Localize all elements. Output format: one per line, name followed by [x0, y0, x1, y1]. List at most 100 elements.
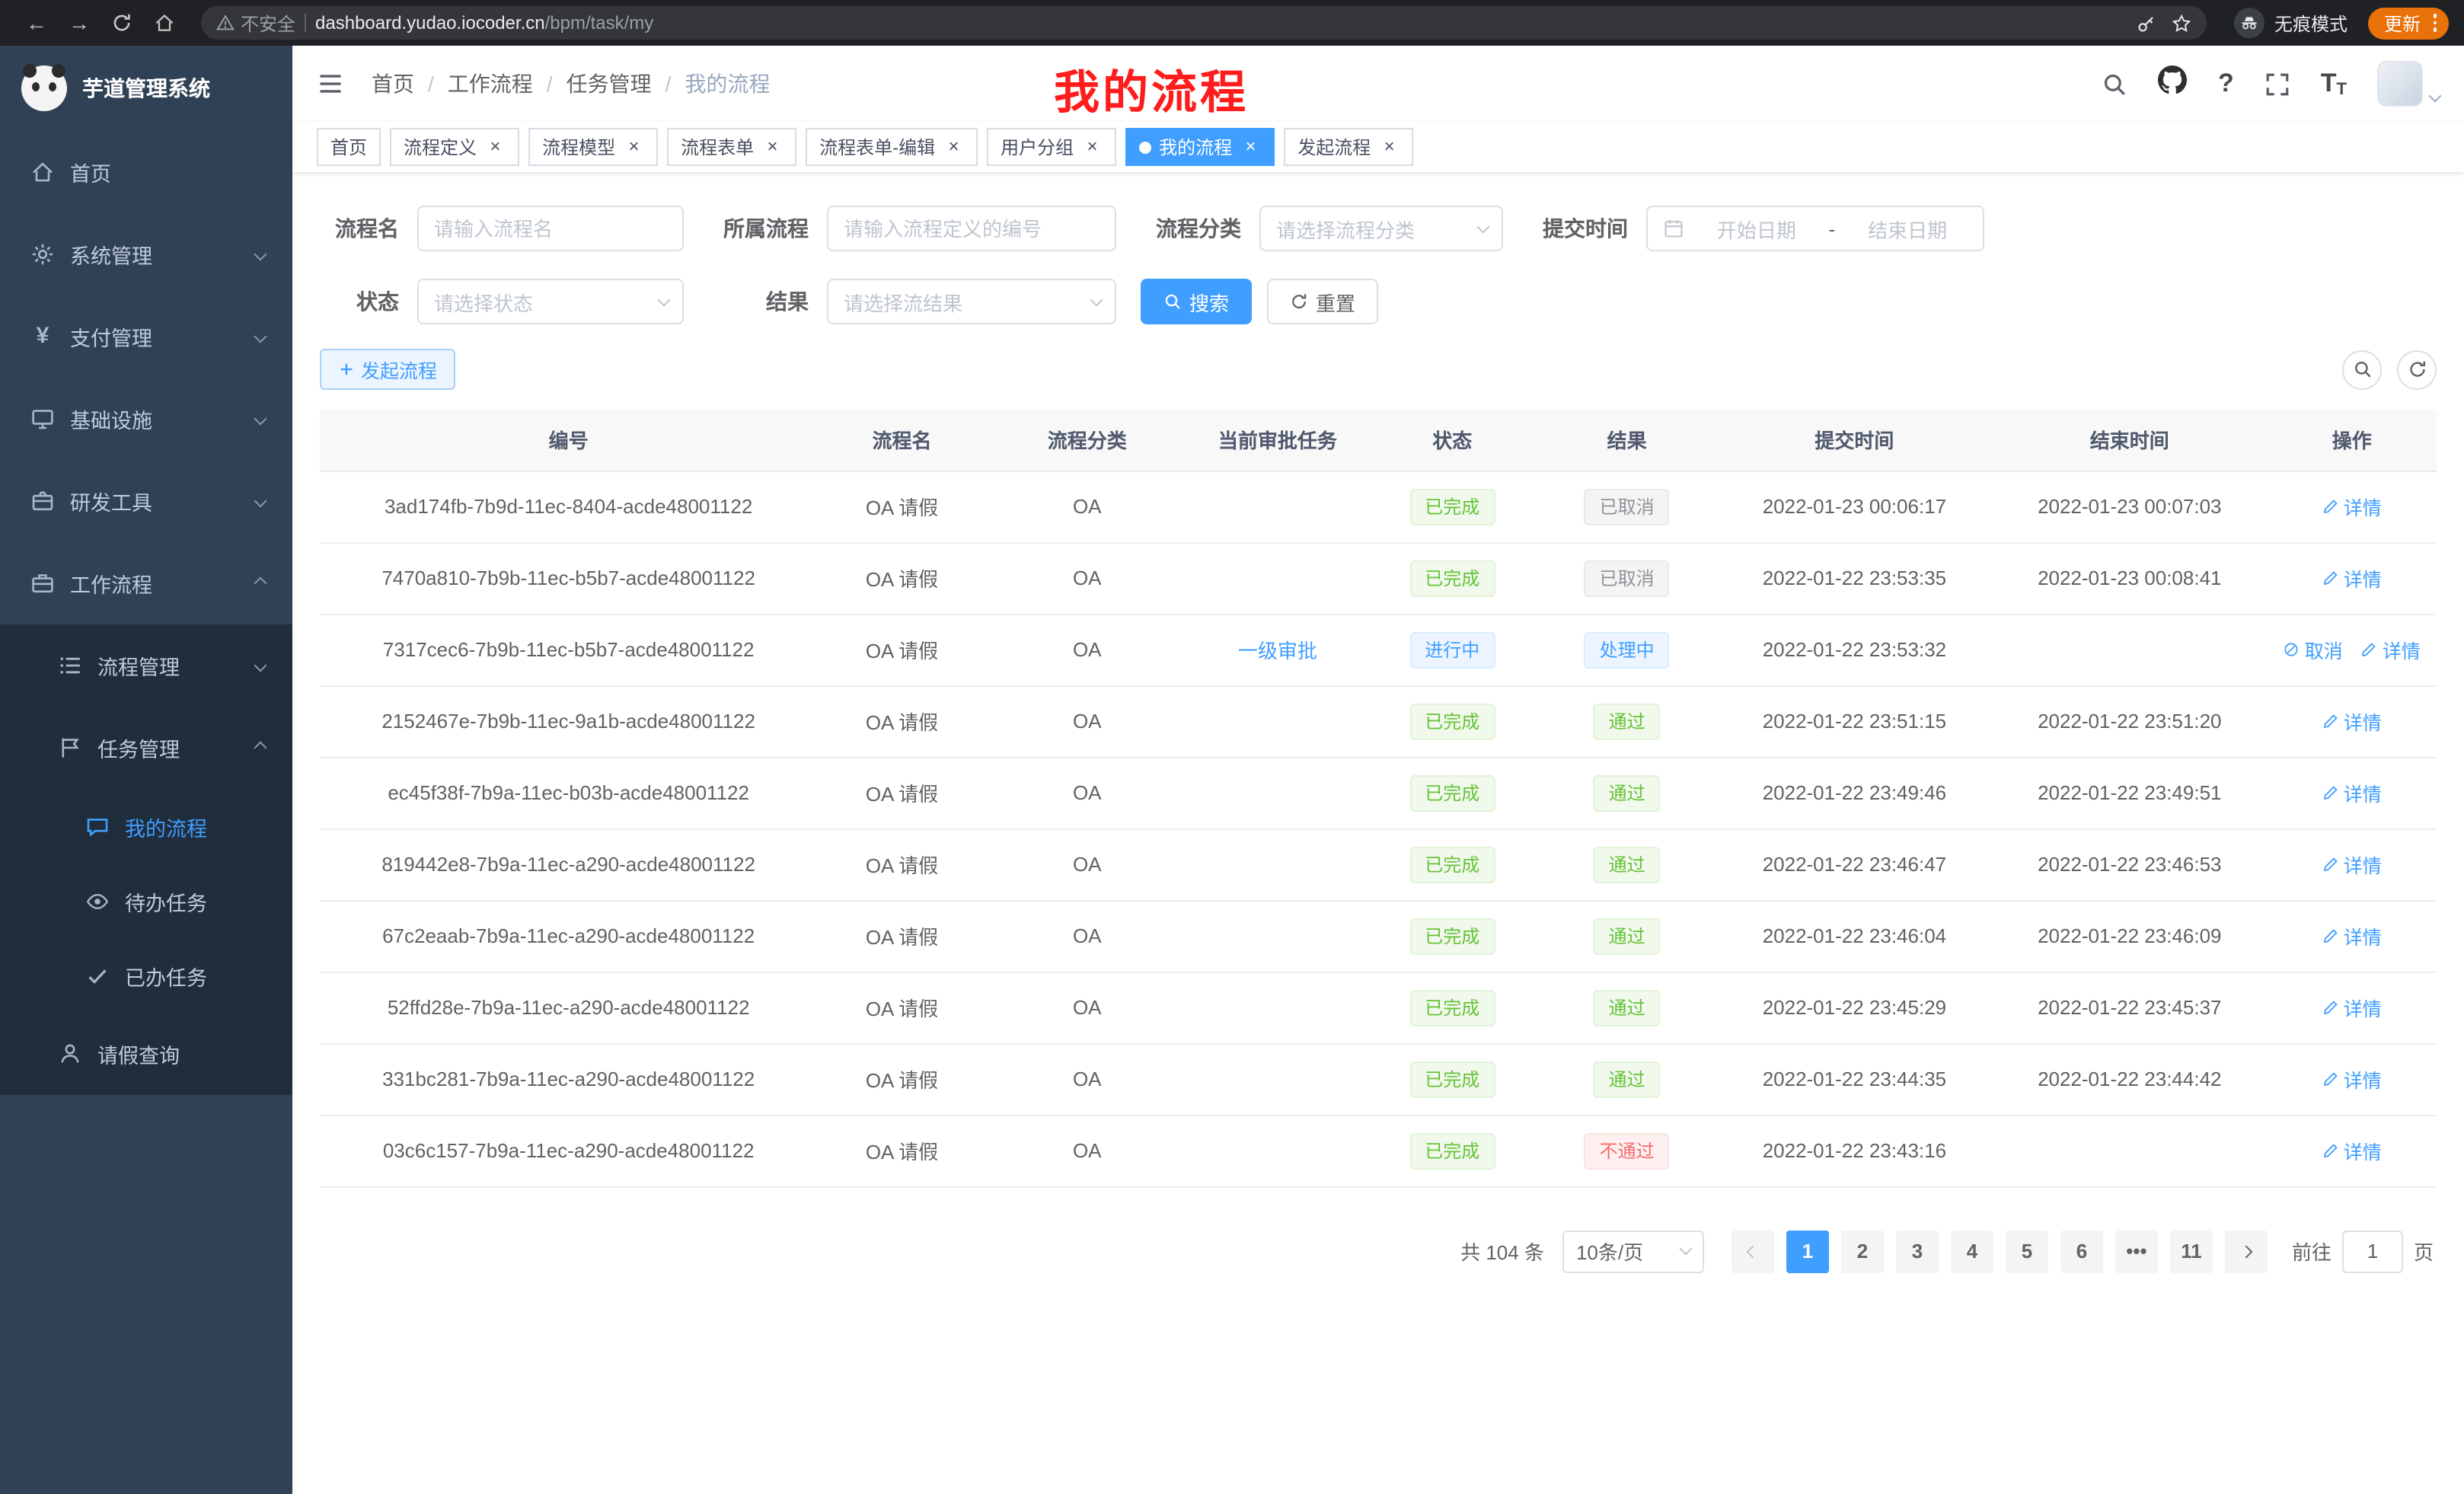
- bookmark-star-icon[interactable]: [2172, 13, 2192, 33]
- detail-action-link[interactable]: 详情: [2322, 778, 2382, 807]
- col-current-task: 当前审批任务: [1188, 410, 1368, 471]
- toggle-search-button[interactable]: [2342, 350, 2382, 389]
- current-task-link[interactable]: 一级审批: [1238, 640, 1317, 662]
- cell-end-time: 2022-01-22 23:46:09: [1992, 900, 2267, 972]
- cell-submit-time: 2022-01-22 23:45:29: [1717, 972, 1992, 1043]
- browser-menu-icon[interactable]: [2430, 14, 2440, 32]
- process-name-input[interactable]: [417, 206, 684, 251]
- sidebar-item-done-tasks[interactable]: 已办任务: [0, 938, 292, 1013]
- help-icon[interactable]: ?: [2218, 69, 2234, 99]
- fullscreen-icon[interactable]: [2265, 71, 2290, 97]
- start-date-placeholder[interactable]: 开始日期: [1696, 214, 1817, 243]
- sidebar-item-home[interactable]: 首页: [0, 131, 292, 213]
- avatar[interactable]: [2377, 61, 2423, 107]
- pager-page-3[interactable]: 3: [1896, 1230, 1939, 1272]
- refresh-table-button[interactable]: [2397, 350, 2437, 389]
- detail-action-link[interactable]: 详情: [2322, 1136, 2382, 1165]
- submit-time-range-picker[interactable]: 开始日期 - 结束日期: [1646, 206, 1984, 251]
- cell-submit-time: 2022-01-23 00:06:17: [1717, 471, 1992, 542]
- app-logo[interactable]: 芋道管理系统: [0, 46, 292, 131]
- sidebar-item-workflow[interactable]: 工作流程: [0, 542, 292, 624]
- detail-action-link[interactable]: 详情: [2322, 921, 2382, 950]
- pager-page-2[interactable]: 2: [1841, 1230, 1884, 1272]
- breadcrumb-item[interactable]: 工作流程: [448, 69, 533, 99]
- sidebar-item-my-process[interactable]: 我的流程: [0, 789, 292, 864]
- pager-page-1[interactable]: 1: [1786, 1230, 1829, 1272]
- pager-page-5[interactable]: 5: [2006, 1230, 2048, 1272]
- tab-active[interactable]: 我的流程×: [1125, 128, 1275, 166]
- address-bar[interactable]: 不安全 dashboard.yudao.iocoder.cn/bpm/task/…: [201, 6, 2207, 40]
- filter-definition-label: 所属流程: [708, 213, 827, 244]
- browser-refresh-icon[interactable]: [105, 6, 139, 40]
- tab-item[interactable]: 流程表单×: [667, 128, 796, 166]
- key-icon[interactable]: [2137, 13, 2157, 33]
- person-icon: [58, 1042, 82, 1066]
- tab-close-icon[interactable]: ×: [1378, 136, 1400, 158]
- cell-end-time: 2022-01-23 00:07:03: [1992, 471, 2267, 542]
- browser-back-icon[interactable]: ←: [20, 6, 53, 40]
- status-select[interactable]: 请选择状态: [417, 279, 684, 324]
- page-size-select[interactable]: 10条/页: [1562, 1230, 1704, 1272]
- reset-button[interactable]: 重置: [1267, 279, 1378, 324]
- browser-forward-icon[interactable]: →: [62, 6, 96, 40]
- github-icon[interactable]: [2159, 65, 2188, 102]
- sidebar-item-todo-tasks[interactable]: 待办任务: [0, 864, 292, 938]
- sidebar-item-devtools[interactable]: 研发工具: [0, 460, 292, 542]
- goto-page-input[interactable]: [2342, 1230, 2403, 1272]
- status-badge: 已完成: [1409, 488, 1495, 525]
- tab-close-icon[interactable]: ×: [623, 136, 644, 158]
- cell-id: 52ffd28e-7b9a-11ec-a290-acde48001122: [320, 972, 817, 1043]
- detail-action-link[interactable]: 详情: [2322, 1065, 2382, 1093]
- detail-action-link[interactable]: 详情: [2322, 492, 2382, 521]
- result-select[interactable]: 请选择流结果: [827, 279, 1116, 324]
- category-select[interactable]: 请选择流程分类: [1259, 206, 1503, 251]
- font-size-icon[interactable]: TT: [2321, 69, 2347, 99]
- sidebar-item-infrastructure[interactable]: 基础设施: [0, 378, 292, 460]
- table-row: 7317cec6-7b9b-11ec-b5b7-acde48001122OA 请…: [320, 614, 2437, 685]
- detail-action-link[interactable]: 详情: [2322, 850, 2382, 879]
- tab-item[interactable]: 首页: [317, 128, 381, 166]
- pager-page-4[interactable]: 4: [1951, 1230, 1993, 1272]
- tab-item[interactable]: 流程表单-编辑×: [806, 128, 978, 166]
- cell-id: 819442e8-7b9a-11ec-a290-acde48001122: [320, 828, 817, 900]
- sidebar: 芋道管理系统 首页 系统管理 ¥ 支付管理: [0, 46, 292, 1494]
- browser-home-icon[interactable]: [148, 6, 181, 40]
- pager-page-6[interactable]: 6: [2060, 1230, 2103, 1272]
- tab-close-icon[interactable]: ×: [1081, 136, 1103, 158]
- detail-action-link[interactable]: 详情: [2322, 563, 2382, 592]
- tab-item[interactable]: 流程模型×: [528, 128, 658, 166]
- security-warning[interactable]: 不安全: [216, 10, 295, 36]
- tab-close-icon[interactable]: ×: [761, 136, 783, 158]
- breadcrumb-item[interactable]: 首页: [372, 69, 414, 99]
- sidebar-item-payment[interactable]: ¥ 支付管理: [0, 295, 292, 378]
- detail-action-link[interactable]: 详情: [2322, 993, 2382, 1022]
- prev-page-button[interactable]: [1732, 1230, 1774, 1272]
- browser-update-button[interactable]: 更新: [2369, 7, 2449, 39]
- cancel-action-link[interactable]: 取消: [2284, 635, 2343, 664]
- detail-action-link[interactable]: 详情: [2361, 635, 2421, 664]
- detail-action-link[interactable]: 详情: [2322, 707, 2382, 736]
- next-page-button[interactable]: [2225, 1230, 2268, 1272]
- tab-item[interactable]: 用户分组×: [987, 128, 1116, 166]
- search-button[interactable]: 搜索: [1141, 279, 1252, 324]
- sidebar-item-system[interactable]: 系统管理: [0, 213, 292, 295]
- tab-item[interactable]: 流程定义×: [390, 128, 519, 166]
- search-icon[interactable]: [2102, 71, 2128, 97]
- pager-ellipsis[interactable]: •••: [2115, 1230, 2158, 1272]
- tab-close-icon[interactable]: ×: [943, 136, 964, 158]
- sidebar-item-leave-query[interactable]: 请假查询: [0, 1013, 292, 1095]
- tab-close-icon[interactable]: ×: [484, 136, 506, 158]
- hamburger-icon[interactable]: [317, 69, 347, 99]
- table-row: 7470a810-7b9b-11ec-b5b7-acde48001122OA 请…: [320, 542, 2437, 614]
- end-date-placeholder[interactable]: 结束日期: [1847, 214, 1968, 243]
- process-definition-input[interactable]: [827, 206, 1116, 251]
- start-process-button[interactable]: 发起流程: [320, 349, 455, 390]
- pager-page-11[interactable]: 11: [2170, 1230, 2213, 1272]
- sidebar-item-process-management[interactable]: 流程管理: [0, 624, 292, 707]
- breadcrumb-item[interactable]: 任务管理: [567, 69, 652, 99]
- tab-close-icon[interactable]: ×: [1240, 136, 1261, 158]
- user-menu[interactable]: [2377, 61, 2440, 107]
- sidebar-item-task-management[interactable]: 任务管理: [0, 707, 292, 789]
- cell-submit-time: 2022-01-22 23:53:32: [1717, 614, 1992, 685]
- tab-item[interactable]: 发起流程×: [1284, 128, 1413, 166]
